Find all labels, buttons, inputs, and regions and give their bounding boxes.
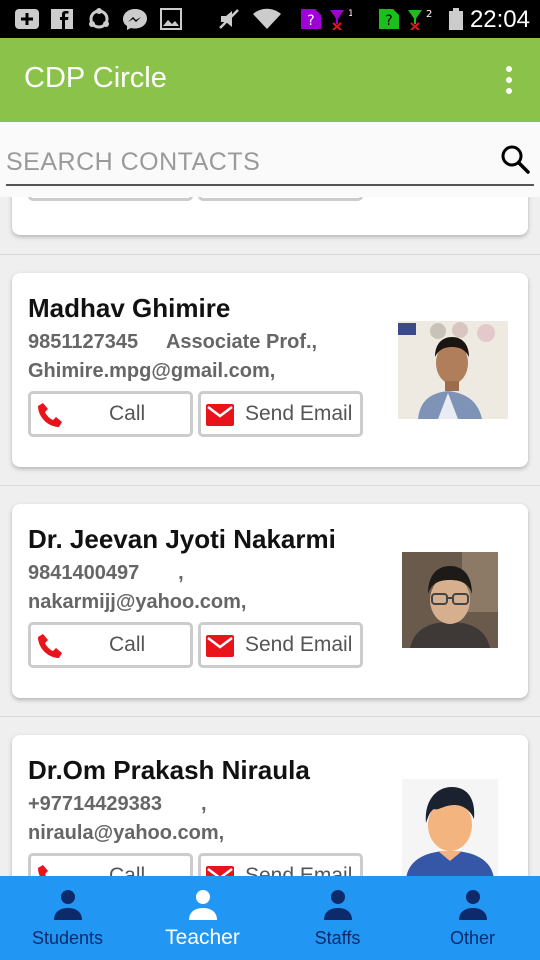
mute-icon <box>219 9 239 29</box>
search-input[interactable] <box>6 140 494 184</box>
svg-text:?: ? <box>307 13 314 29</box>
contact-card: Madhav Ghimire 9851127345 Associate Prof… <box>12 273 528 467</box>
search-bar <box>0 122 540 197</box>
nav-label: Students <box>31 928 104 948</box>
default-avatar-icon <box>402 779 498 876</box>
list-divider <box>0 485 540 486</box>
contact-photo-image <box>402 552 498 648</box>
svg-text:?: ? <box>385 13 392 29</box>
app-bar: CDP Circle <box>0 38 540 122</box>
list-divider <box>0 716 540 717</box>
sim2-unknown-icon: ? <box>379 9 399 29</box>
mail-icon <box>206 635 234 657</box>
signal1-icon: 1 <box>330 9 352 30</box>
app-title: CDP Circle <box>24 62 167 94</box>
contact-email: Ghimire.mpg@gmail.com, <box>28 360 276 382</box>
facebook-icon <box>51 9 73 29</box>
contact-phone-position: +97714429383 , <box>28 793 207 816</box>
contact-photo-image <box>398 321 508 419</box>
more-vert-icon[interactable] <box>506 66 514 96</box>
send-email-label: Send Email <box>245 864 353 876</box>
call-button[interactable]: Call <box>28 853 193 876</box>
sync-icon <box>89 8 109 29</box>
nav-label: Staffs <box>314 928 361 948</box>
gallery-icon <box>160 8 182 30</box>
search-icon[interactable] <box>500 144 530 174</box>
svg-text:1: 1 <box>348 9 352 19</box>
contact-photo <box>398 321 508 419</box>
avatar <box>402 779 498 876</box>
contact-card <box>12 197 528 235</box>
battery-icon <box>449 8 463 30</box>
send-email-button[interactable]: Send Email <box>198 853 363 876</box>
call-label: Call <box>109 402 146 425</box>
nav-other[interactable]: Other <box>405 876 540 960</box>
send-email-label: Send Email <box>245 402 353 425</box>
nav-students[interactable]: Students <box>0 876 135 960</box>
signal2-icon: 2 <box>408 9 432 30</box>
mail-icon <box>206 404 234 426</box>
contact-phone-position: 9841400497 , <box>28 562 184 585</box>
send-email-button[interactable]: Send Email <box>198 391 363 437</box>
contact-phone-position: 9851127345 Associate Prof., <box>28 331 317 354</box>
clock: 22:04 <box>469 6 530 33</box>
wifi-icon <box>253 8 281 29</box>
contact-name: Dr. Jeevan Jyoti Nakarmi <box>28 524 336 554</box>
call-button[interactable] <box>28 197 193 201</box>
contact-name: Dr.Om Prakash Niraula <box>28 755 310 785</box>
contact-position: , <box>178 562 184 584</box>
search-underline <box>6 184 534 186</box>
contact-list[interactable]: Madhav Ghimire 9851127345 Associate Prof… <box>0 197 540 876</box>
call-label: Call <box>109 633 146 656</box>
mail-icon <box>206 866 234 876</box>
call-button[interactable]: Call <box>28 622 193 668</box>
phone-icon <box>38 865 48 876</box>
nav-teacher[interactable]: Teacher <box>135 876 270 960</box>
person-icon <box>459 890 487 920</box>
svg-text:2: 2 <box>426 9 432 20</box>
contact-position: Associate Prof., <box>165 331 318 353</box>
person-icon <box>324 890 352 920</box>
phone-icon <box>38 403 62 427</box>
person-icon <box>54 890 82 920</box>
send-email-button[interactable]: Send Email <box>198 622 363 668</box>
contact-name: Madhav Ghimire <box>28 293 231 323</box>
send-email-label: Send Email <box>245 633 353 656</box>
phone-icon <box>38 634 62 658</box>
call-button[interactable]: Call <box>28 391 193 437</box>
send-email-button[interactable] <box>198 197 363 201</box>
add-notification-icon <box>15 9 39 29</box>
sim1-unknown-icon: ? <box>301 9 321 29</box>
contact-card: Dr.Om Prakash Niraula +97714429383 , nir… <box>12 735 528 876</box>
contact-phone: +97714429383 <box>28 793 163 815</box>
contact-email: nakarmijj@yahoo.com, <box>28 591 247 613</box>
call-label: Call <box>109 864 146 876</box>
status-bar: ? 1 ? 2 22:04 <box>0 0 540 38</box>
contact-phone: 9851127345 <box>28 331 139 353</box>
contact-phone: 9841400497 <box>28 562 140 584</box>
person-icon <box>189 890 217 920</box>
messenger-icon <box>123 9 147 30</box>
list-divider <box>0 254 540 255</box>
nav-staffs[interactable]: Staffs <box>270 876 405 960</box>
nav-label: Teacher <box>165 926 240 949</box>
contact-email: niraula@yahoo.com, <box>28 822 225 844</box>
contact-card: Dr. Jeevan Jyoti Nakarmi 9841400497 , na… <box>12 504 528 698</box>
contact-position: , <box>200 793 207 815</box>
contact-photo <box>402 552 498 648</box>
nav-label: Other <box>449 928 496 948</box>
bottom-navigation: Students Teacher Staffs Other <box>0 876 540 960</box>
